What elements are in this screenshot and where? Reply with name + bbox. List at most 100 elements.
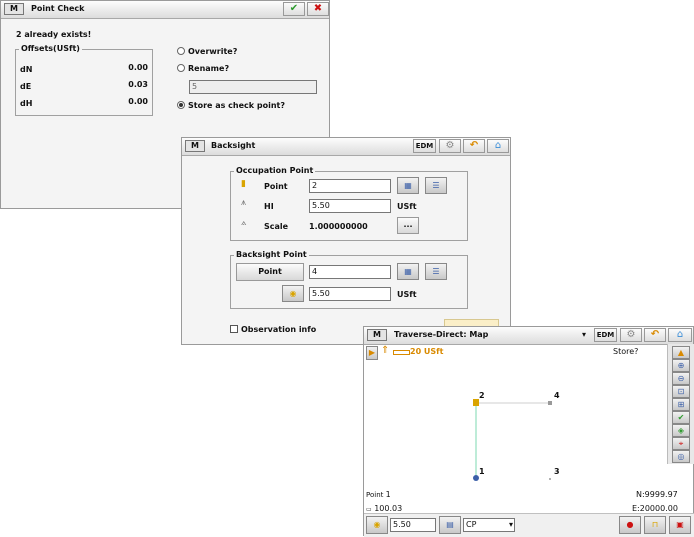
point-label-1: 1 — [479, 467, 485, 476]
list-icon: ☰ — [432, 181, 440, 190]
list-button[interactable]: ☰ — [425, 177, 447, 194]
store-check-radio[interactable] — [177, 101, 185, 109]
zoom-out-button[interactable]: ⊖ — [672, 372, 690, 385]
back-button[interactable]: ↶ — [463, 139, 485, 153]
rename-input[interactable]: 5 — [189, 80, 317, 94]
target-height-input[interactable]: 5.50 — [390, 518, 436, 532]
pan-up-button[interactable]: ▲ — [672, 346, 690, 359]
scale-options-button[interactable]: ... — [397, 217, 419, 234]
map-window: M Traverse-Direct: Map ▾ EDM ⚙ ↶ ⌂ ▶ ⇑ 2… — [363, 326, 694, 537]
play-button[interactable]: ▶ — [366, 346, 378, 360]
rename-label: Rename? — [188, 64, 230, 73]
map-bottom-bar: ◉ 5.50 ▤ CP ▾ ● ⊓ ▣ — [364, 513, 694, 537]
scale-label: Scale — [264, 222, 289, 231]
zoom-out-icon: ⊖ — [677, 374, 685, 383]
prism-type-button[interactable]: ◉ — [366, 516, 388, 534]
app-logo-icon[interactable]: M — [185, 140, 205, 152]
home-button[interactable]: ⌂ — [668, 328, 692, 342]
north-arrow-icon: ⇑ — [381, 345, 390, 356]
distance-readout: ▭ 100.03 — [366, 504, 402, 513]
select-button[interactable]: ✔ — [672, 411, 690, 424]
rename-radio[interactable] — [177, 64, 185, 72]
backsight-point-button[interactable]: Point — [236, 263, 304, 281]
occupation-point-input[interactable]: 2 — [309, 179, 391, 193]
point-marker-3 — [549, 478, 551, 480]
instrument-icon: ⊓ — [651, 520, 659, 529]
measure-only-button[interactable]: ⊓ — [644, 516, 666, 534]
back-button[interactable]: ↶ — [644, 328, 666, 342]
chevron-down-icon[interactable]: ▾ — [582, 330, 586, 339]
backsight-height-unit: USft — [397, 290, 417, 299]
bs-list-button[interactable]: ☰ — [425, 263, 447, 280]
zoom-window-icon: ⊞ — [677, 400, 685, 409]
code-select[interactable]: CP ▾ — [463, 518, 515, 532]
distance-value: 100.03 — [374, 504, 403, 513]
zoom-in-button[interactable]: ⊕ — [672, 359, 690, 372]
point-marker-4 — [548, 401, 552, 405]
map-icon: ▦ — [404, 267, 412, 276]
map-title-dropdown[interactable]: Traverse-Direct: Map — [394, 330, 488, 339]
app-logo-icon[interactable]: M — [4, 3, 24, 15]
measure-icon: ⌖ — [678, 439, 684, 448]
backsight-height-input[interactable]: 5.50 — [309, 287, 391, 301]
edm-button[interactable]: EDM — [594, 328, 617, 342]
point-check-title: Point Check — [31, 4, 85, 13]
gps-button[interactable]: ◎ — [672, 450, 690, 463]
zoom-in-icon: ⊕ — [677, 361, 685, 370]
stop-button[interactable]: ● — [619, 516, 641, 534]
current-point-caption-value: 1 — [385, 490, 391, 499]
home-icon: ⌂ — [494, 140, 502, 151]
app-logo-icon[interactable]: M — [367, 329, 387, 341]
offset-dn-value: 0.00 — [128, 63, 148, 72]
settings-button[interactable]: ⚙ — [439, 139, 461, 153]
offset-de-label: dE — [20, 82, 32, 91]
triangle-up-icon: ▲ — [677, 348, 685, 357]
zoom-extents-button[interactable]: ⊡ — [672, 385, 690, 398]
overwrite-radio[interactable] — [177, 47, 185, 55]
observation-info-label: Observation info — [241, 325, 317, 334]
close-button[interactable]: ✖ — [307, 2, 329, 16]
layers-button[interactable]: ◈ — [672, 424, 690, 437]
northing-readout: N:9999.97 — [636, 490, 678, 499]
distance-icon: ▭ — [366, 506, 372, 513]
backsight-legend: Backsight Point — [234, 250, 309, 259]
occupation-point-label: Point — [264, 182, 288, 191]
play-icon: ▶ — [368, 348, 376, 357]
stop-icon: ● — [626, 520, 634, 529]
occupation-legend: Occupation Point — [234, 166, 316, 175]
prism-icon: ◉ — [373, 520, 381, 529]
backsight-titlebar: M Backsight EDM ⚙ ↶ ⌂ — [182, 138, 510, 156]
offset-dh-label: dH — [20, 99, 33, 108]
map-canvas[interactable] — [364, 362, 664, 512]
code-list-button[interactable]: ▤ — [439, 516, 461, 534]
prism-icon: ▮ — [241, 179, 246, 189]
undo-arrow-icon: ↶ — [469, 140, 479, 151]
map-icon: ▦ — [404, 181, 412, 190]
store-button[interactable]: ▣ — [669, 516, 691, 534]
point-label-4: 4 — [554, 391, 560, 400]
home-button[interactable]: ⌂ — [487, 139, 509, 153]
measure-tool-button[interactable]: ⌖ — [672, 437, 690, 450]
bs-map-pick-button[interactable]: ▦ — [397, 263, 419, 280]
settings-button[interactable]: ⚙ — [620, 328, 642, 342]
hi-input[interactable]: 5.50 — [309, 199, 391, 213]
tripod-icon: ⩚ — [241, 198, 247, 208]
check-icon: ✔ — [677, 413, 685, 422]
backsight-title: Backsight — [211, 141, 256, 150]
backsight-point-group: Backsight Point Point 4 ▦ ☰ ◉ 5.50 USft — [230, 250, 468, 309]
point-check-titlebar: M Point Check ✔ ✖ — [1, 1, 329, 19]
scale-value: 1.000000000 — [309, 222, 368, 231]
bs-prism-button[interactable]: ◉ — [282, 285, 304, 302]
scale-compass-icon: ⟑ — [241, 218, 247, 228]
edm-button[interactable]: EDM — [413, 139, 436, 153]
code-list-icon: ▤ — [446, 520, 454, 529]
observation-info-checkbox[interactable] — [230, 325, 238, 333]
zoom-window-button[interactable]: ⊞ — [672, 398, 690, 411]
backsight-point-input[interactable]: 4 — [309, 265, 391, 279]
zoom-extents-icon: ⊡ — [677, 387, 685, 396]
station-marker-2 — [473, 399, 479, 406]
offset-dn-label: dN — [20, 65, 33, 74]
accept-button[interactable]: ✔ — [283, 2, 305, 16]
hi-unit: USft — [397, 202, 417, 211]
map-pick-button[interactable]: ▦ — [397, 177, 419, 194]
